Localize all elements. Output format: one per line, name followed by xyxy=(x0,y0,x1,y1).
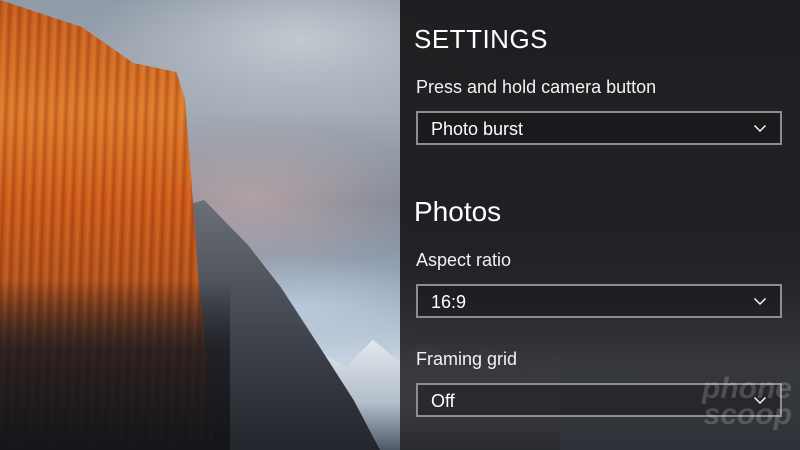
chevron-down-icon xyxy=(754,298,766,305)
chevron-down-icon xyxy=(754,125,766,132)
section-title-photos: Photos xyxy=(414,196,502,227)
aspect-ratio-dropdown[interactable]: 16:9 xyxy=(416,284,782,318)
camera-button-value: Photo burst xyxy=(431,119,524,139)
aspect-ratio-value: 16:9 xyxy=(431,292,467,312)
framing-grid-value: Off xyxy=(431,391,455,411)
camera-button-dropdown[interactable]: Photo burst xyxy=(416,111,782,145)
aspect-ratio-label: Aspect ratio xyxy=(416,250,512,270)
camera-button-label: Press and hold camera button xyxy=(416,77,657,97)
page-title: SETTINGS xyxy=(414,24,549,54)
settings-panel: SETTINGS Press and hold camera button Ph… xyxy=(400,0,800,450)
watermark-logo: phone scoop xyxy=(702,372,792,431)
framing-grid-label: Framing grid xyxy=(416,349,518,369)
cliff-shadow xyxy=(0,280,230,450)
